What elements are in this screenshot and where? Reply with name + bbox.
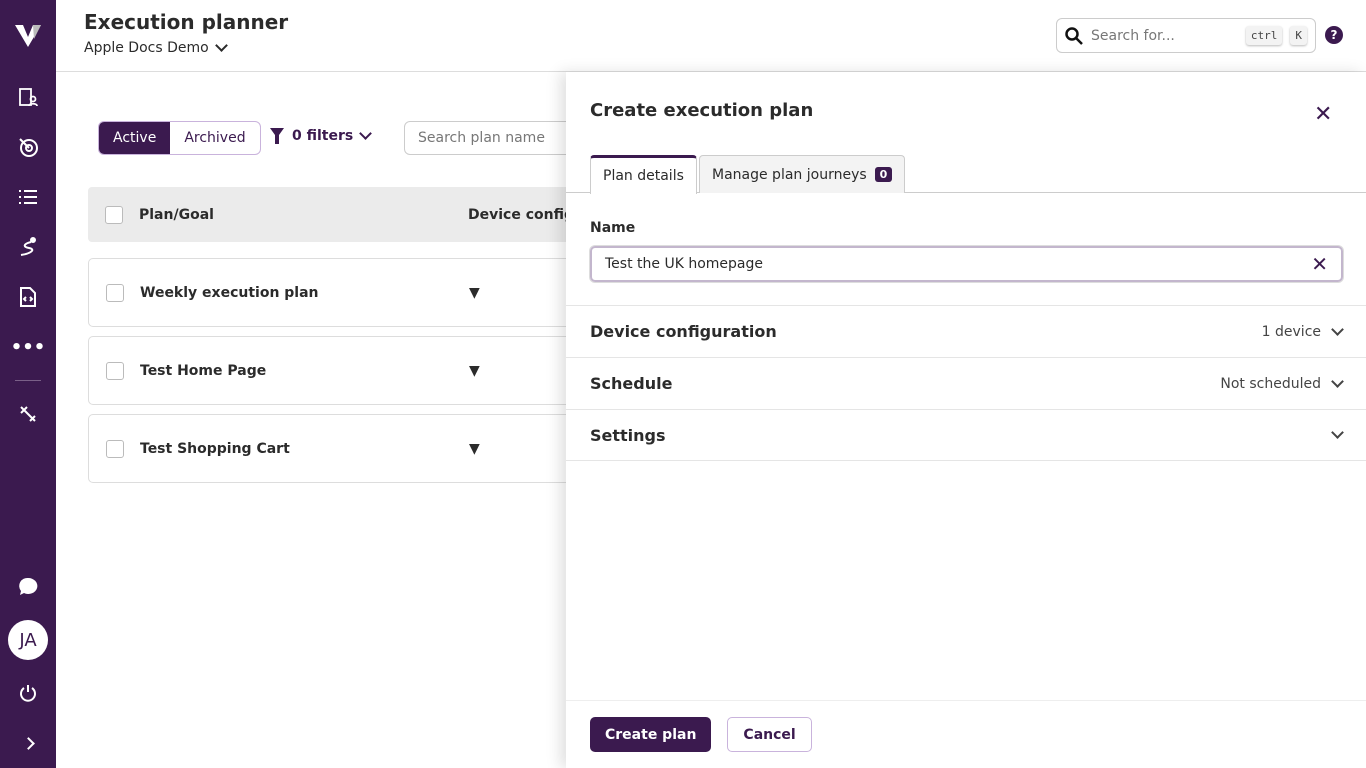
panel-tabs: Plan details Manage plan journeys 0	[566, 155, 1366, 194]
expand-sidebar-icon[interactable]	[0, 718, 56, 768]
section-title: Schedule	[590, 374, 673, 393]
tools-icon[interactable]	[0, 389, 56, 439]
chevron-down-icon	[1331, 322, 1344, 336]
create-plan-panel: Create execution plan ✕ Plan details Man…	[566, 72, 1366, 768]
avatar-button[interactable]: JA	[0, 612, 56, 668]
tab-manage-plan-journeys[interactable]: Manage plan journeys 0	[699, 155, 906, 193]
table-row[interactable]: Test Shopping Cart ▼	[88, 414, 608, 483]
help-icon[interactable]: ?	[1325, 26, 1343, 44]
section-settings[interactable]: Settings	[566, 409, 1366, 461]
v-logo-icon: ▼	[469, 440, 480, 457]
building-user-icon[interactable]	[0, 72, 56, 122]
name-label: Name	[590, 220, 636, 236]
search-icon	[1065, 26, 1083, 45]
create-plan-button[interactable]: Create plan	[590, 717, 712, 752]
clear-icon[interactable]: ✕	[1311, 252, 1328, 276]
filter-icon	[270, 128, 284, 144]
divider	[15, 380, 41, 381]
avatar: JA	[8, 620, 48, 660]
more-icon[interactable]: •••	[0, 322, 56, 372]
target-icon[interactable]	[0, 122, 56, 172]
select-all-checkbox[interactable]	[105, 205, 123, 224]
section-title: Settings	[590, 425, 666, 445]
tab-active[interactable]: Active	[99, 122, 171, 154]
section-schedule[interactable]: Schedule Not scheduled	[566, 357, 1366, 409]
power-icon[interactable]	[0, 668, 56, 718]
tab-label: Manage plan journeys	[712, 166, 867, 183]
kbd-k: K	[1290, 26, 1307, 45]
header: Execution planner Apple Docs Demo Search…	[56, 0, 1366, 72]
v-logo-icon: ▼	[469, 362, 480, 379]
tab-plan-details[interactable]: Plan details	[590, 155, 697, 194]
section-title: Device configuration	[590, 322, 777, 341]
v-logo-icon[interactable]	[0, 0, 56, 72]
name-value: Test the UK homepage	[605, 256, 763, 272]
chevron-down-icon	[1331, 374, 1344, 388]
status-toggle: Active Archived	[98, 121, 261, 155]
workspace-name: Apple Docs Demo	[84, 40, 209, 56]
tab-archived[interactable]: Archived	[170, 122, 259, 154]
workspace-selector[interactable]: Apple Docs Demo	[84, 39, 228, 56]
filters-button[interactable]: 0 filters	[270, 127, 373, 144]
panel-title: Create execution plan	[590, 100, 814, 121]
panel-footer: Create plan Cancel	[566, 700, 1366, 768]
tab-label: Plan details	[603, 168, 684, 184]
chevron-down-icon	[359, 127, 373, 140]
chevron-down-icon	[214, 39, 228, 52]
table-row[interactable]: Test Home Page ▼	[88, 336, 608, 405]
row-checkbox[interactable]	[106, 439, 124, 458]
global-search-input[interactable]: Search for... ctrl K	[1056, 18, 1316, 53]
journeys-count-badge: 0	[874, 167, 893, 182]
filters-label: 0 filters	[292, 128, 354, 144]
close-icon[interactable]: ✕	[1314, 102, 1332, 127]
list-icon[interactable]	[0, 172, 56, 222]
page-title: Execution planner	[84, 10, 289, 34]
table-header: Plan/Goal Device configu	[88, 187, 608, 242]
sidebar: ••• JA	[0, 0, 56, 768]
row-checkbox[interactable]	[106, 283, 124, 302]
name-input[interactable]: Test the UK homepage ✕	[590, 246, 1343, 282]
route-icon[interactable]	[0, 222, 56, 272]
section-value: 1 device	[1261, 323, 1321, 340]
table-row[interactable]: Weekly execution plan ▼	[88, 258, 608, 327]
kbd-ctrl: ctrl	[1245, 26, 1283, 45]
row-checkbox[interactable]	[106, 361, 124, 380]
plan-name: Weekly execution plan	[140, 284, 319, 301]
v-logo-icon: ▼	[469, 284, 480, 301]
chat-icon[interactable]	[0, 562, 56, 612]
code-file-icon[interactable]	[0, 272, 56, 322]
plan-name: Test Home Page	[140, 362, 267, 379]
section-value: Not scheduled	[1220, 375, 1321, 392]
column-plan-goal: Plan/Goal	[139, 206, 214, 223]
section-device-configuration[interactable]: Device configuration 1 device	[566, 305, 1366, 357]
search-placeholder: Search for...	[1091, 27, 1175, 44]
plan-name: Test Shopping Cart	[140, 440, 290, 457]
cancel-button[interactable]: Cancel	[727, 717, 812, 752]
chevron-down-icon	[1331, 426, 1344, 439]
